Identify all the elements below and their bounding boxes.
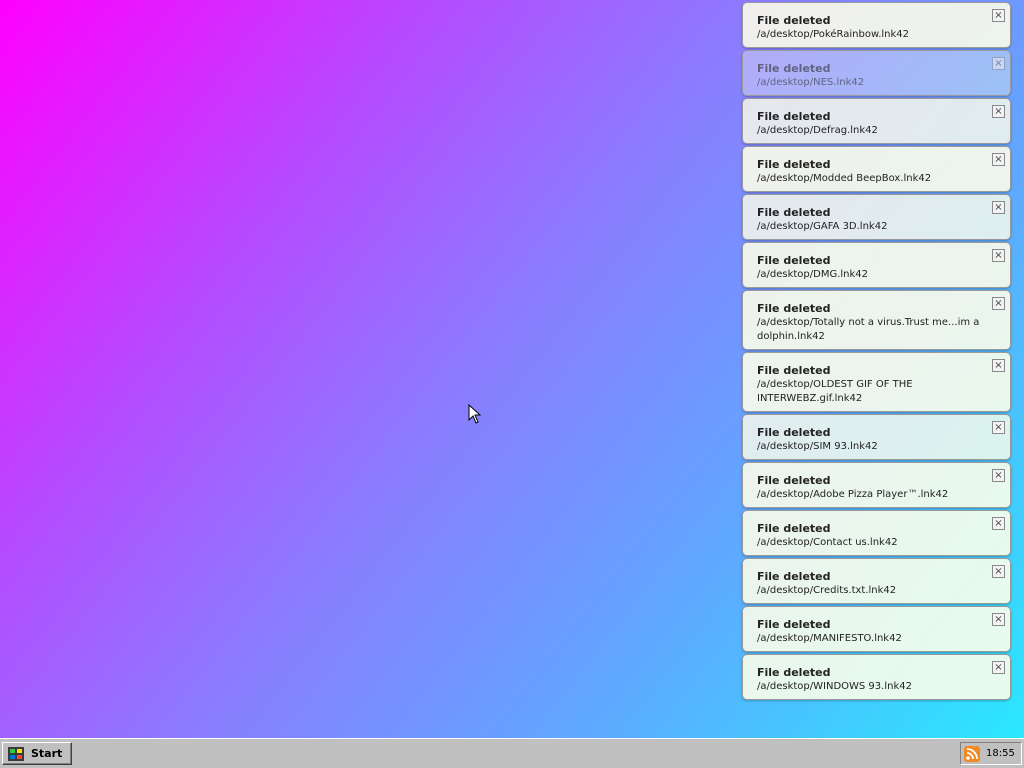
- notification-title: File deleted: [757, 618, 831, 631]
- windows-logo-icon: [8, 746, 24, 761]
- start-label: Start: [31, 747, 63, 760]
- notification-card[interactable]: File deleted /a/desktop/GAFA 3D.lnk42 ×: [742, 194, 1011, 240]
- clock: 18:55: [986, 748, 1015, 759]
- notification-path: /a/desktop/GAFA 3D.lnk42: [757, 221, 888, 232]
- notification-card[interactable]: File deleted /a/desktop/Adobe Pizza Play…: [742, 462, 1011, 508]
- notification-card[interactable]: File deleted /a/desktop/MANIFESTO.lnk42 …: [742, 606, 1011, 652]
- notification-path: /a/desktop/WINDOWS 93.lnk42: [757, 681, 912, 692]
- notification-path: /a/desktop/Adobe Pizza Player™.lnk42: [757, 489, 949, 500]
- notification-path: /a/desktop/OLDEST GIF OF THE INTERWEBZ.g…: [757, 379, 913, 404]
- desktop-background: File deleted /a/desktop/PokéRainbow.lnk4…: [0, 0, 1024, 738]
- notification-card[interactable]: File deleted /a/desktop/PokéRainbow.lnk4…: [742, 2, 1011, 48]
- notification-title: File deleted: [757, 14, 831, 27]
- close-icon[interactable]: ×: [992, 249, 1005, 262]
- notification-title: File deleted: [757, 110, 831, 123]
- rss-icon[interactable]: [964, 745, 980, 762]
- notification-card[interactable]: File deleted /a/desktop/WINDOWS 93.lnk42…: [742, 654, 1011, 700]
- notification-title: File deleted: [757, 570, 831, 583]
- notification-card[interactable]: File deleted /a/desktop/NES.lnk42 ×: [742, 50, 1011, 96]
- notification-path: /a/desktop/Credits.txt.lnk42: [757, 585, 897, 596]
- start-button[interactable]: Start: [2, 742, 72, 765]
- notification-path: /a/desktop/NES.lnk42: [757, 77, 865, 88]
- notification-title: File deleted: [757, 364, 831, 377]
- notification-title: File deleted: [757, 666, 831, 679]
- close-icon[interactable]: ×: [992, 661, 1005, 674]
- notification-path: /a/desktop/MANIFESTO.lnk42: [757, 633, 902, 644]
- close-icon[interactable]: ×: [992, 153, 1005, 166]
- notification-title: File deleted: [757, 474, 831, 487]
- notification-path: /a/desktop/PokéRainbow.lnk42: [757, 29, 910, 40]
- notification-path: /a/desktop/Totally not a virus.Trust me.…: [757, 317, 980, 342]
- notification-title: File deleted: [757, 206, 831, 219]
- system-tray: 18:55: [960, 742, 1022, 765]
- notification-card[interactable]: File deleted /a/desktop/Totally not a vi…: [742, 290, 1011, 350]
- notification-title: File deleted: [757, 522, 831, 535]
- notification-title: File deleted: [757, 426, 831, 439]
- notification-stack: File deleted /a/desktop/PokéRainbow.lnk4…: [742, 2, 1011, 702]
- notification-title: File deleted: [757, 254, 831, 267]
- notification-card[interactable]: File deleted /a/desktop/Contact us.lnk42…: [742, 510, 1011, 556]
- close-icon[interactable]: ×: [992, 517, 1005, 530]
- close-icon[interactable]: ×: [992, 359, 1005, 372]
- close-icon[interactable]: ×: [992, 613, 1005, 626]
- notification-path: /a/desktop/DMG.lnk42: [757, 269, 869, 280]
- close-icon[interactable]: ×: [992, 201, 1005, 214]
- close-icon[interactable]: ×: [992, 105, 1005, 118]
- taskbar: Start 18:55: [0, 738, 1024, 768]
- notification-card[interactable]: File deleted /a/desktop/OLDEST GIF OF TH…: [742, 352, 1011, 412]
- close-icon[interactable]: ×: [992, 297, 1005, 310]
- notification-path: /a/desktop/Contact us.lnk42: [757, 537, 898, 548]
- close-icon[interactable]: ×: [992, 57, 1005, 70]
- close-icon[interactable]: ×: [992, 421, 1005, 434]
- notification-card[interactable]: File deleted /a/desktop/SIM 93.lnk42 ×: [742, 414, 1011, 460]
- close-icon[interactable]: ×: [992, 469, 1005, 482]
- notification-title: File deleted: [757, 302, 831, 315]
- notification-card[interactable]: File deleted /a/desktop/Modded BeepBox.l…: [742, 146, 1011, 192]
- notification-path: /a/desktop/SIM 93.lnk42: [757, 441, 878, 452]
- notification-card[interactable]: File deleted /a/desktop/Defrag.lnk42 ×: [742, 98, 1011, 144]
- notification-path: /a/desktop/Modded BeepBox.lnk42: [757, 173, 932, 184]
- notification-card[interactable]: File deleted /a/desktop/Credits.txt.lnk4…: [742, 558, 1011, 604]
- close-icon[interactable]: ×: [992, 9, 1005, 22]
- notification-title: File deleted: [757, 62, 831, 75]
- notification-card[interactable]: File deleted /a/desktop/DMG.lnk42 ×: [742, 242, 1011, 288]
- mouse-cursor-icon: [468, 404, 482, 424]
- notification-title: File deleted: [757, 158, 831, 171]
- close-icon[interactable]: ×: [992, 565, 1005, 578]
- notification-path: /a/desktop/Defrag.lnk42: [757, 125, 878, 136]
